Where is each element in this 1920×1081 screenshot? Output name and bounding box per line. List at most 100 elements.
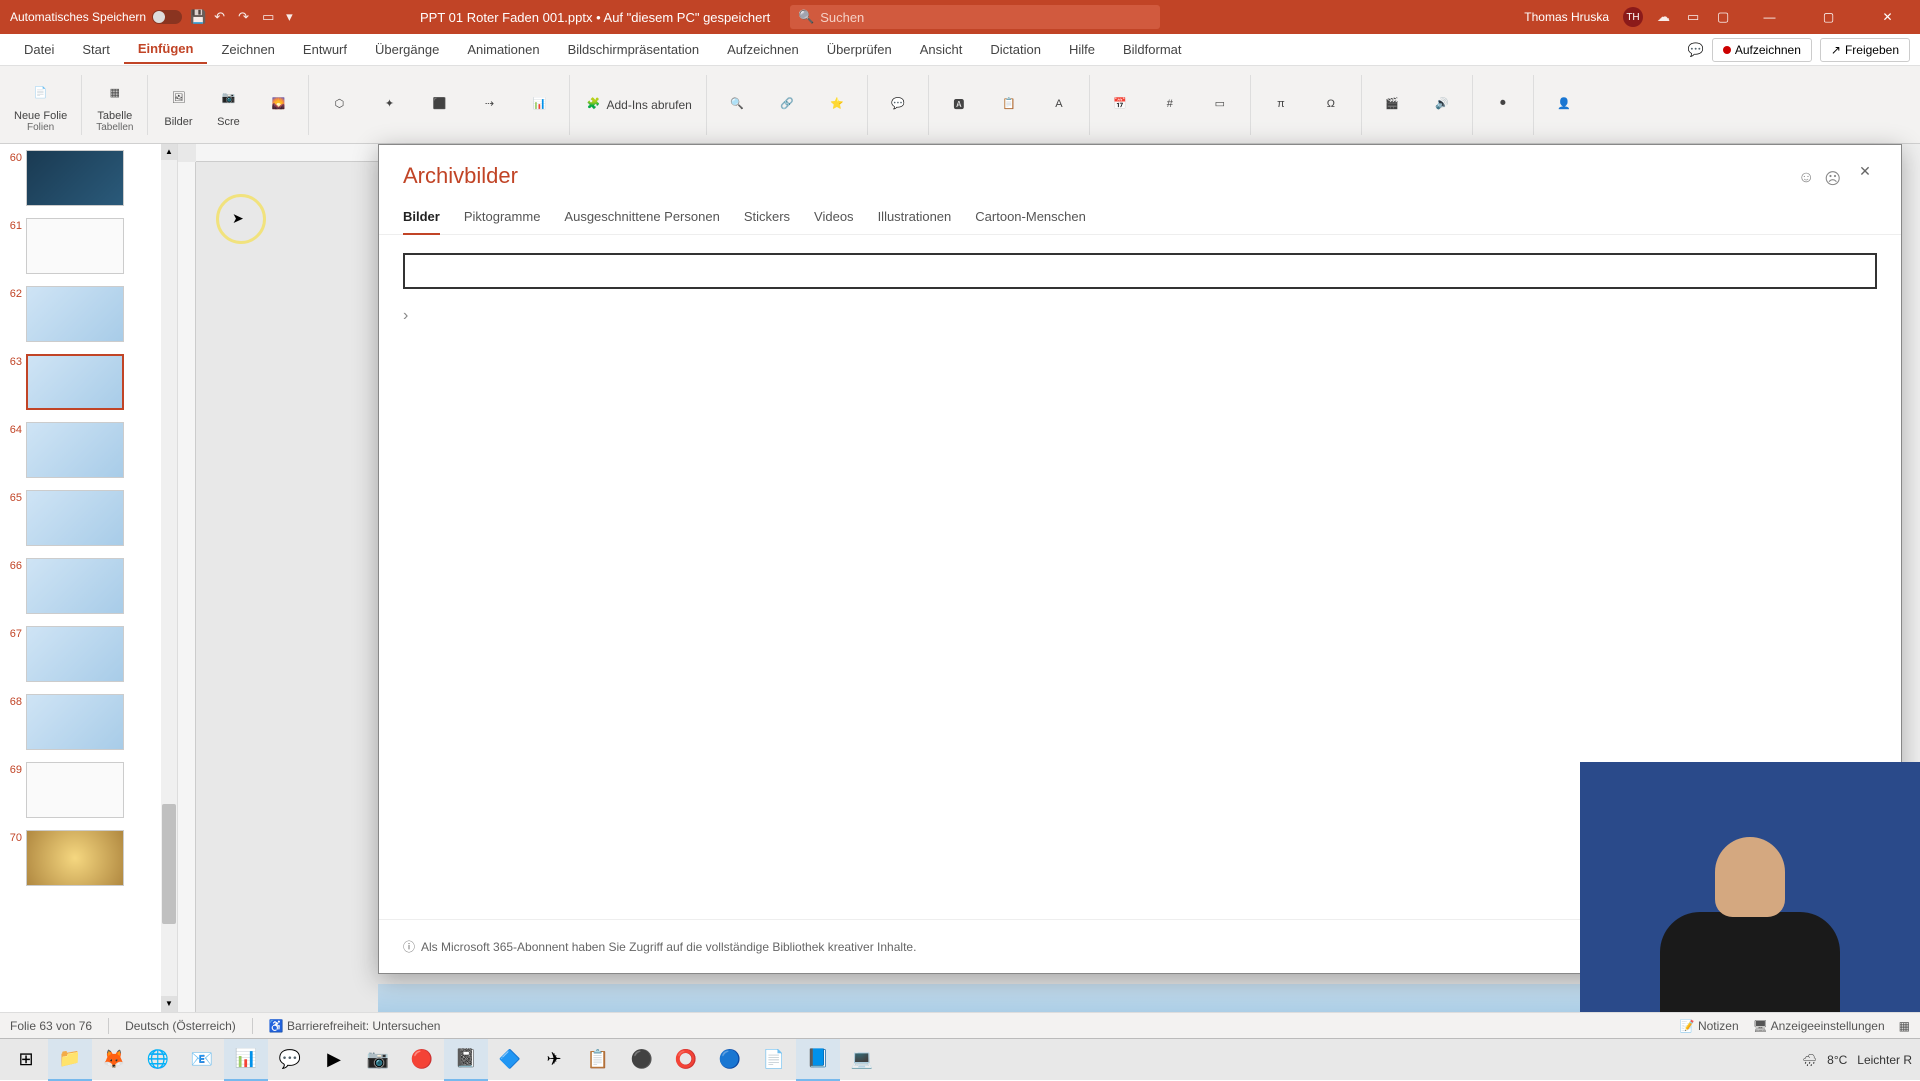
- firefox-icon[interactable]: 🦊: [92, 1039, 136, 1081]
- slide-thumbnail[interactable]: 63: [0, 348, 177, 416]
- cloud-icon[interactable]: ☁: [1657, 9, 1673, 25]
- app-icon[interactable]: 💬: [268, 1039, 312, 1081]
- app-icon[interactable]: 📋: [576, 1039, 620, 1081]
- chrome-icon[interactable]: 🌐: [136, 1039, 180, 1081]
- slide-thumbnail[interactable]: 64: [0, 416, 177, 484]
- addins-button[interactable]: 🧩 Add-Ins abrufen: [576, 91, 699, 119]
- new-slide-button[interactable]: 📄 Neue Folie Folien: [6, 72, 75, 137]
- scroll-down-icon[interactable]: ▼: [161, 996, 177, 1012]
- close-button[interactable]: ✕: [1865, 0, 1910, 34]
- chart-button[interactable]: 📊: [515, 84, 563, 126]
- weather-temp[interactable]: 8°C: [1827, 1053, 1847, 1067]
- onenote-icon[interactable]: 📓: [444, 1039, 488, 1081]
- slide-counter[interactable]: Folie 63 von 76: [10, 1019, 92, 1033]
- icons-button[interactable]: ✦: [365, 84, 413, 126]
- accessibility-button[interactable]: ♿ Barrierefreiheit: Untersuchen: [269, 1019, 441, 1033]
- object-button[interactable]: ▭: [1196, 84, 1244, 126]
- share-button[interactable]: ↗Freigeben: [1820, 38, 1910, 62]
- slide-thumbnail[interactable]: 67: [0, 620, 177, 688]
- slide-panel[interactable]: 60 61 62 63 64 65 66 67 68 69 ★70 ▲ ▼: [0, 144, 178, 1012]
- tab-datei[interactable]: Datei: [10, 36, 68, 63]
- screenshot-button[interactable]: 📷 Scre: [204, 78, 252, 132]
- app-icon[interactable]: 💻: [840, 1039, 884, 1081]
- photo-album-button[interactable]: 🌄: [254, 84, 302, 126]
- maximize-button[interactable]: ▢: [1806, 0, 1851, 34]
- scroll-up-icon[interactable]: ▲: [161, 144, 177, 160]
- outlook-icon[interactable]: 📧: [180, 1039, 224, 1081]
- autosave-toggle[interactable]: Automatisches Speichern: [10, 10, 182, 24]
- telegram-icon[interactable]: ✈: [532, 1039, 576, 1081]
- date-button[interactable]: 📅: [1096, 84, 1144, 126]
- comment-button[interactable]: 💬: [874, 84, 922, 126]
- undo-icon[interactable]: ↶: [214, 9, 230, 25]
- normal-view-icon[interactable]: ▦: [1899, 1019, 1910, 1033]
- slide-thumbnail[interactable]: 68: [0, 688, 177, 756]
- redo-icon[interactable]: ↷: [238, 9, 254, 25]
- search-box[interactable]: 🔍: [790, 5, 1160, 29]
- zoom-button[interactable]: 🔍: [713, 84, 761, 126]
- dialog-close-button[interactable]: ✕: [1853, 163, 1877, 187]
- slide-number-button[interactable]: #: [1146, 84, 1194, 126]
- slide-thumbnail[interactable]: 66: [0, 552, 177, 620]
- tab-start[interactable]: Start: [68, 36, 123, 63]
- record-button[interactable]: Aufzeichnen: [1712, 38, 1812, 62]
- ribbon-display-icon[interactable]: ▭: [1687, 9, 1703, 25]
- minimize-button[interactable]: —: [1747, 0, 1792, 34]
- dialog-tab-videos[interactable]: Videos: [814, 209, 854, 234]
- app-icon[interactable]: ⭕: [664, 1039, 708, 1081]
- equation-button[interactable]: π: [1257, 84, 1305, 126]
- comments-icon[interactable]: 💬: [1688, 42, 1704, 58]
- header-footer-button[interactable]: 📋: [985, 84, 1033, 126]
- tab-bildformat[interactable]: Bildformat: [1109, 36, 1196, 63]
- table-button[interactable]: ▦ Tabelle Tabellen: [88, 72, 141, 137]
- save-icon[interactable]: 💾: [190, 9, 206, 25]
- carousel-next-icon[interactable]: ›: [403, 307, 419, 323]
- dialog-tab-cartoon[interactable]: Cartoon-Menschen: [975, 209, 1086, 234]
- window-icon[interactable]: ▢: [1717, 9, 1733, 25]
- dialog-tab-illustrationen[interactable]: Illustrationen: [878, 209, 952, 234]
- vlc-icon[interactable]: ▶: [312, 1039, 356, 1081]
- audio-button[interactable]: 🔊: [1418, 84, 1466, 126]
- dialog-tab-stickers[interactable]: Stickers: [744, 209, 790, 234]
- video-button[interactable]: 🎬: [1368, 84, 1416, 126]
- dialog-tab-personen[interactable]: Ausgeschnittene Personen: [564, 209, 719, 234]
- frown-icon[interactable]: ☹: [1824, 169, 1841, 189]
- wordart-button[interactable]: A: [1035, 84, 1083, 126]
- slide-thumbnail[interactable]: ★70: [0, 824, 177, 892]
- dialog-tab-bilder[interactable]: Bilder: [403, 209, 440, 234]
- powerpoint-icon[interactable]: 📊: [224, 1039, 268, 1081]
- slide-thumbnail[interactable]: 61: [0, 212, 177, 280]
- app-icon[interactable]: 🔷: [488, 1039, 532, 1081]
- textbox-button[interactable]: 🅰: [935, 84, 983, 126]
- slide-thumbnail[interactable]: 62: [0, 280, 177, 348]
- display-settings-button[interactable]: 🖥 Anzeigeeinstellungen: [1753, 1019, 1885, 1033]
- tab-aufzeichnen[interactable]: Aufzeichnen: [713, 36, 813, 63]
- tab-zeichnen[interactable]: Zeichnen: [207, 36, 288, 63]
- file-explorer-icon[interactable]: 📁: [48, 1039, 92, 1081]
- language-button[interactable]: Deutsch (Österreich): [125, 1019, 236, 1033]
- search-input[interactable]: [820, 10, 1152, 25]
- app-icon[interactable]: 🔵: [708, 1039, 752, 1081]
- cameo-button[interactable]: 👤: [1540, 84, 1588, 126]
- toggle-switch[interactable]: [152, 10, 182, 24]
- tab-dictation[interactable]: Dictation: [976, 36, 1055, 63]
- link-button[interactable]: 🔗: [763, 84, 811, 126]
- tab-entwurf[interactable]: Entwurf: [289, 36, 361, 63]
- tab-bildschirmpraesentation[interactable]: Bildschirmpräsentation: [554, 36, 714, 63]
- screen-recording-button[interactable]: ⏺: [1479, 84, 1527, 126]
- slide-panel-scrollbar[interactable]: ▲ ▼: [161, 144, 177, 1012]
- smile-icon[interactable]: ☺: [1798, 169, 1814, 189]
- slide-thumbnail[interactable]: 60: [0, 144, 177, 212]
- action-button[interactable]: ⭐: [813, 84, 861, 126]
- app-icon[interactable]: 🔴: [400, 1039, 444, 1081]
- dialog-tab-piktogramme[interactable]: Piktogramme: [464, 209, 541, 234]
- tab-ansicht[interactable]: Ansicht: [906, 36, 977, 63]
- word-icon[interactable]: 📘: [796, 1039, 840, 1081]
- symbol-button[interactable]: Ω: [1307, 84, 1355, 126]
- present-icon[interactable]: ▭: [262, 9, 278, 25]
- tab-animationen[interactable]: Animationen: [453, 36, 553, 63]
- tab-einfuegen[interactable]: Einfügen: [124, 35, 208, 64]
- tab-hilfe[interactable]: Hilfe: [1055, 36, 1109, 63]
- app-icon[interactable]: 📄: [752, 1039, 796, 1081]
- images-button[interactable]: 🖼 Bilder: [154, 78, 202, 132]
